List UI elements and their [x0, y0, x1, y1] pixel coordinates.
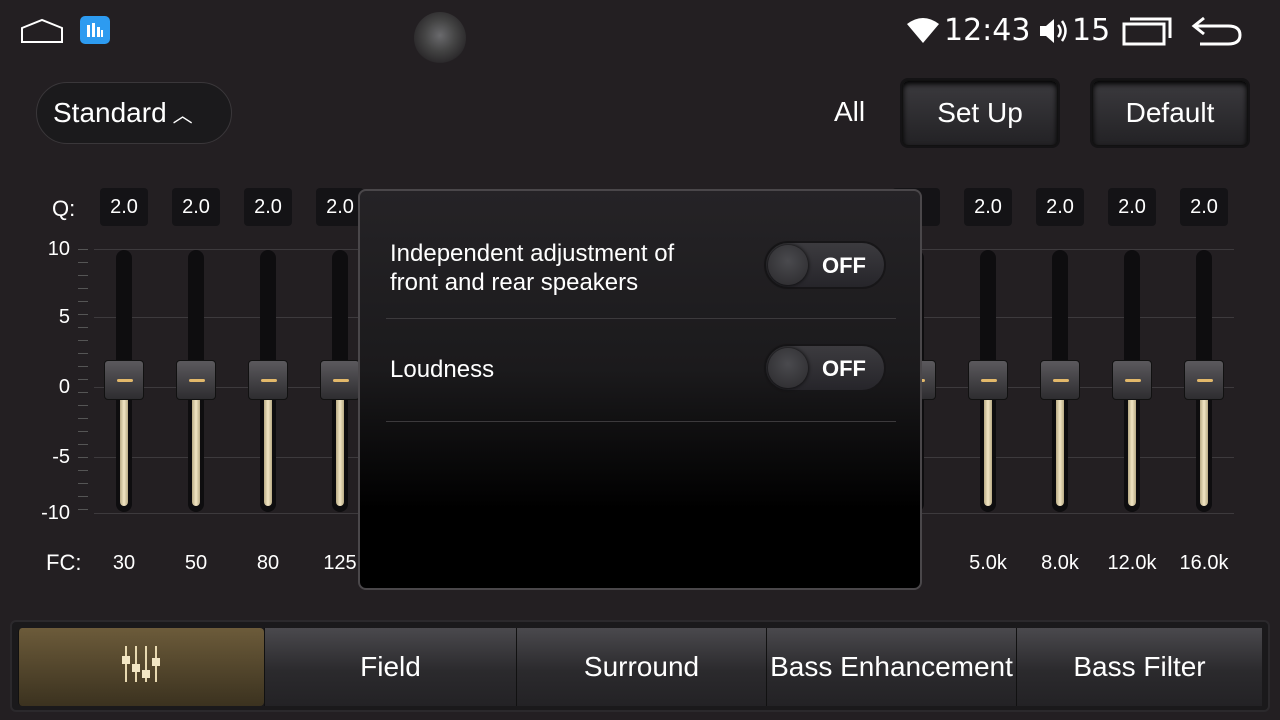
- scale-tick: [78, 288, 88, 289]
- toggle-knob: [768, 348, 808, 388]
- clock-time: 12:43: [944, 13, 1031, 48]
- scale-tick: [78, 262, 88, 263]
- scale-label: 10: [47, 238, 70, 260]
- scale-tick: [78, 405, 88, 406]
- band-slider-knob[interactable]: [1112, 360, 1152, 400]
- equalizer-sliders-icon: [120, 644, 164, 691]
- scale-tick: [78, 483, 88, 484]
- q-value-box[interactable]: 2.0: [964, 188, 1012, 226]
- band-slider-knob[interactable]: [320, 360, 360, 400]
- fc-value: 5.0k: [969, 552, 1007, 574]
- scale-tick: [78, 366, 88, 367]
- q-value-box[interactable]: 2.0: [1036, 188, 1084, 226]
- scale-label: -10: [41, 502, 70, 524]
- scale-tick: [78, 496, 88, 497]
- fc-value: 80: [256, 552, 280, 574]
- tab-field[interactable]: Field: [264, 628, 516, 706]
- preset-dropdown[interactable]: Standard ︿: [36, 82, 232, 144]
- band-slider-knob[interactable]: [104, 360, 144, 400]
- fc-value: 16.0k: [1179, 552, 1229, 574]
- fc-value: 30: [112, 552, 136, 574]
- chevron-up-icon: ︿: [172, 104, 193, 127]
- scale-tick: [78, 327, 88, 328]
- scale-tick: [78, 418, 88, 419]
- fc-label: FC:: [46, 550, 82, 575]
- app-badge-icon[interactable]: [80, 16, 110, 44]
- fc-value: 50: [184, 552, 208, 574]
- fc-value: 12.0k: [1107, 552, 1157, 574]
- setup-button[interactable]: Set Up: [902, 80, 1058, 146]
- speaker-adjust-label: Independent adjustment of front and rear…: [390, 240, 675, 296]
- scale-label: -5: [52, 446, 70, 468]
- scale-tick: [78, 509, 88, 510]
- settings-dialog: Independent adjustment of front and rear…: [358, 189, 922, 590]
- home-outline-icon[interactable]: [20, 18, 64, 44]
- q-value-box[interactable]: 2.0: [100, 188, 148, 226]
- speaker-adjust-row: Independent adjustment of front and rear…: [386, 191, 896, 319]
- tab-bass-filter[interactable]: Bass Filter: [1016, 628, 1262, 706]
- q-value-box[interactable]: 2.0: [316, 188, 364, 226]
- scale-tick: [78, 301, 88, 302]
- scale-tick: [78, 249, 88, 250]
- scale-tick: [78, 444, 88, 445]
- scale-tick: [78, 392, 88, 393]
- all-label[interactable]: All: [834, 96, 865, 128]
- q-value-box[interactable]: 2.0: [172, 188, 220, 226]
- toggle-state: OFF: [822, 356, 866, 381]
- band-slider-knob[interactable]: [1184, 360, 1224, 400]
- tab-bar: Field Surround Bass Enhancement Bass Fil…: [10, 620, 1270, 712]
- volume-icon[interactable]: [1038, 16, 1070, 46]
- speaker-adjust-toggle[interactable]: OFF: [764, 241, 886, 289]
- scale-tick: [78, 431, 88, 432]
- center-orb-icon[interactable]: [414, 12, 466, 64]
- loudness-toggle[interactable]: OFF: [764, 344, 886, 392]
- scale-tick: [78, 314, 88, 315]
- toggle-knob: [768, 245, 808, 285]
- q-value-box[interactable]: 2.0: [244, 188, 292, 226]
- default-button[interactable]: Default: [1092, 80, 1248, 146]
- back-icon[interactable]: [1190, 14, 1244, 48]
- q-value-box[interactable]: 2.0: [1108, 188, 1156, 226]
- scale-tick: [78, 353, 88, 354]
- q-value-box[interactable]: 2.0: [1180, 188, 1228, 226]
- loudness-label: Loudness: [390, 356, 495, 383]
- preset-label: Standard: [53, 97, 167, 128]
- scale-tick: [78, 275, 88, 276]
- band-slider-knob[interactable]: [248, 360, 288, 400]
- tab-equalizer[interactable]: [18, 628, 264, 706]
- scale-label: 5: [58, 306, 70, 328]
- scale-tick: [78, 457, 88, 458]
- band-slider-knob[interactable]: [968, 360, 1008, 400]
- band-slider-knob[interactable]: [1040, 360, 1080, 400]
- scale-tick: [78, 470, 88, 471]
- status-bar: 12:43 15: [0, 0, 1280, 64]
- scale-label: 0: [58, 376, 70, 398]
- scale-tick: [78, 379, 88, 380]
- q-label: Q:: [52, 196, 76, 221]
- tab-surround[interactable]: Surround: [516, 628, 766, 706]
- tab-bass-enhancement[interactable]: Bass Enhancement: [766, 628, 1016, 706]
- fc-value: 8.0k: [1041, 552, 1079, 574]
- loudness-row: Loudness OFF: [386, 318, 896, 422]
- wifi-icon: [906, 16, 940, 44]
- toggle-state: OFF: [822, 253, 866, 278]
- band-slider-knob[interactable]: [176, 360, 216, 400]
- window-icon[interactable]: [1120, 16, 1174, 46]
- volume-level: 15: [1072, 13, 1111, 48]
- scale-tick: [78, 340, 88, 341]
